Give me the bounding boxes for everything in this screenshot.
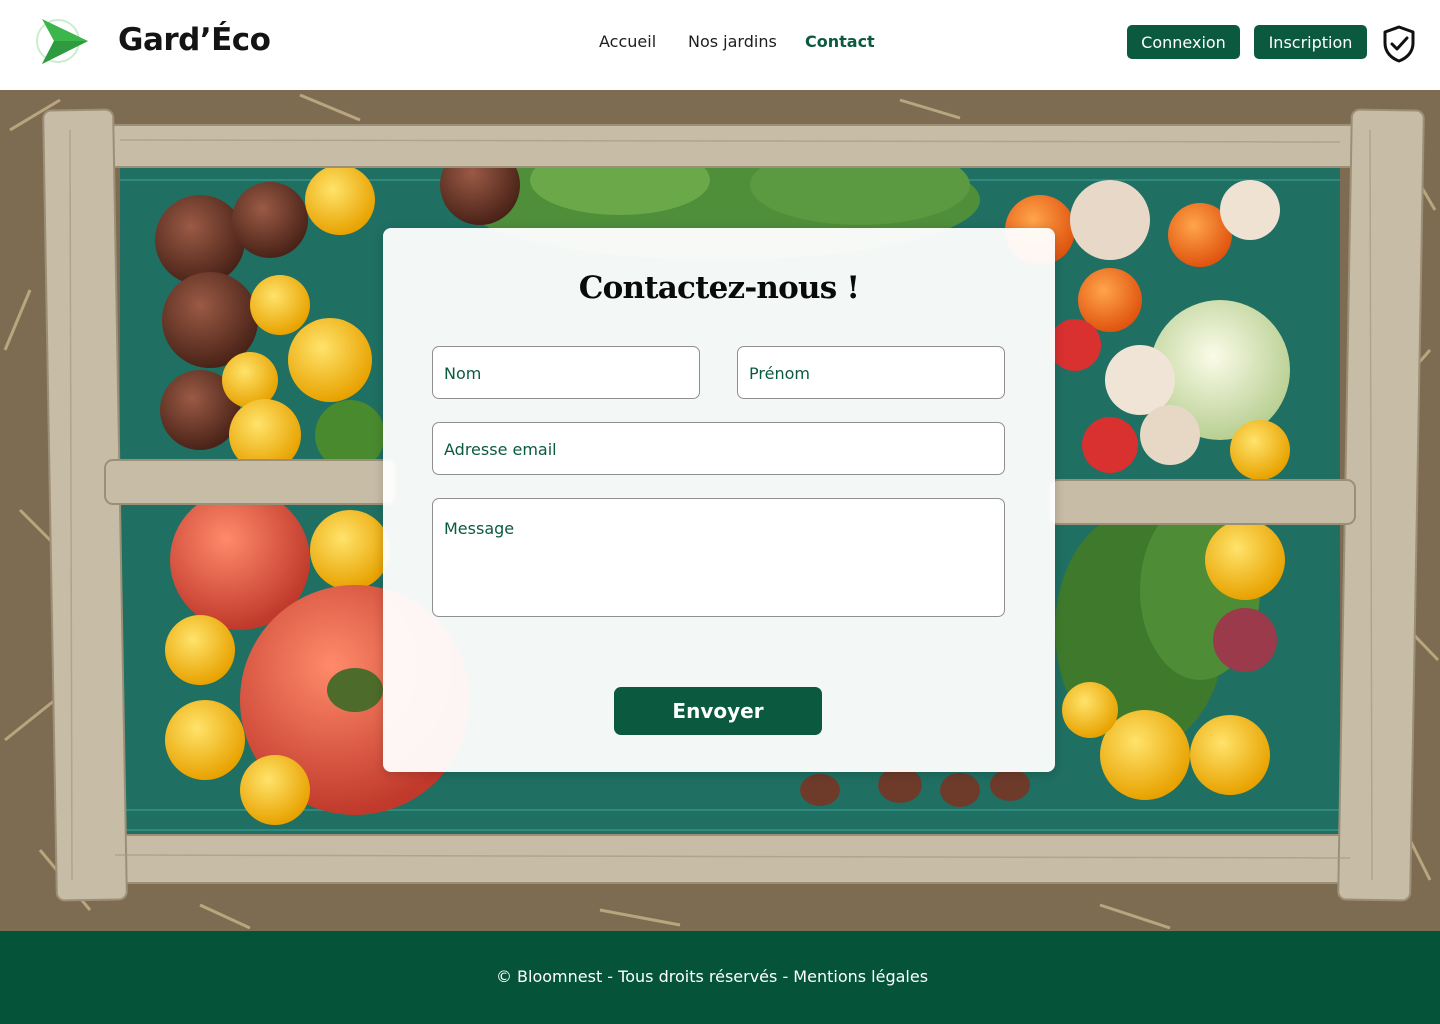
nav-contact[interactable]: Contact bbox=[805, 32, 875, 51]
message-textarea[interactable] bbox=[433, 499, 1004, 616]
email-input[interactable] bbox=[433, 423, 1004, 474]
message-field-wrapper bbox=[432, 498, 1005, 617]
login-button[interactable]: Connexion bbox=[1127, 25, 1240, 59]
site-header: Gard’Éco Accueil Nos jardins Contact Con… bbox=[0, 0, 1440, 90]
submit-button[interactable]: Envoyer bbox=[614, 687, 822, 735]
nom-field-wrapper bbox=[432, 346, 700, 399]
paper-plane-logo-icon[interactable] bbox=[34, 16, 90, 68]
shield-check-icon[interactable] bbox=[1380, 24, 1418, 64]
prenom-input[interactable] bbox=[738, 347, 1004, 398]
form-title: Contactez-nous ! bbox=[578, 270, 860, 306]
prenom-field-wrapper bbox=[737, 346, 1005, 399]
email-field-wrapper bbox=[432, 422, 1005, 475]
site-footer: © Bloomnest - Tous droits réservés - Men… bbox=[0, 931, 1440, 1024]
brand-name[interactable]: Gard’Éco bbox=[118, 22, 271, 58]
nav-accueil[interactable]: Accueil bbox=[599, 32, 656, 51]
contact-form-card: Contactez-nous ! Envoyer bbox=[383, 228, 1055, 772]
nom-input[interactable] bbox=[433, 347, 699, 398]
signup-button[interactable]: Inscription bbox=[1254, 25, 1367, 59]
nav-nos-jardins[interactable]: Nos jardins bbox=[688, 32, 777, 51]
footer-copyright: © Bloomnest - Tous droits réservés - Men… bbox=[495, 967, 929, 986]
